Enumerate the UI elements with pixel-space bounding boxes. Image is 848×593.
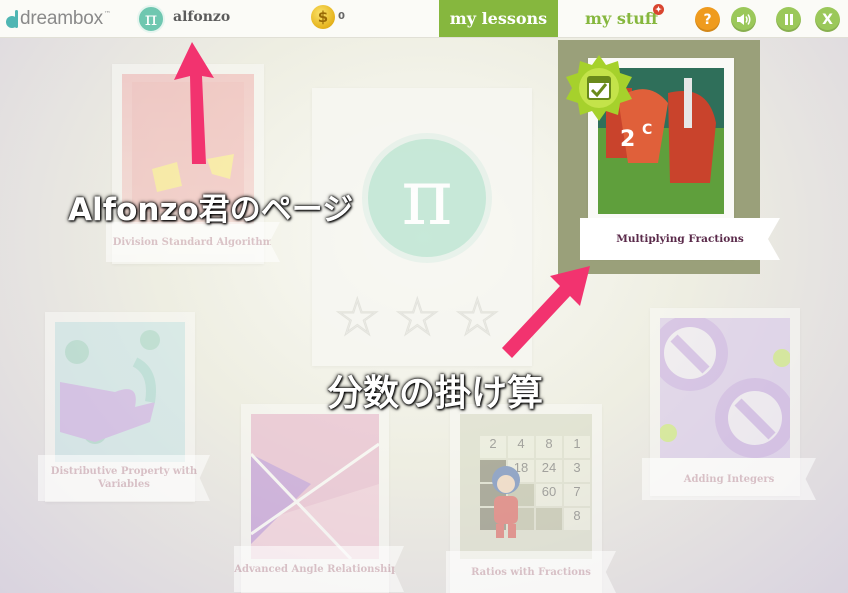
pi-unit-icon: π <box>362 133 492 263</box>
top-bar: dreambox ™ π alfonzo $ 0 my lessons my s… <box>0 0 848 38</box>
logo-d-icon <box>6 10 18 28</box>
avatar[interactable]: π <box>137 5 165 33</box>
lesson-title: Distributive Property with Variables <box>38 455 210 501</box>
grid-cell: 4 <box>508 436 534 458</box>
lesson-thumbnail <box>55 322 185 462</box>
close-button[interactable]: X <box>815 7 840 32</box>
grid-cell: 8 <box>564 508 590 530</box>
grid-cell: 3 <box>564 460 590 482</box>
character-illustration <box>492 466 520 538</box>
lesson-thumbnail: 2 4 8 1 18 24 3 60 7 8 <box>460 414 592 559</box>
pause-icon <box>784 14 793 25</box>
grid-cell: 1 <box>564 436 590 458</box>
lesson-thumbnail <box>660 318 790 458</box>
notification-badge-icon: ✦ <box>653 4 664 15</box>
tab-my-stuff[interactable]: my stuff ✦ <box>569 0 674 37</box>
username: alfonzo <box>173 9 231 25</box>
completed-badge <box>564 53 634 123</box>
star-icon: ☆ <box>454 288 502 349</box>
lesson-title: Adding Integers <box>642 458 816 500</box>
tab-my-stuff-label: my stuff <box>585 9 658 28</box>
lesson-title: Ratios with Fractions <box>446 551 616 593</box>
svg-text:2: 2 <box>620 127 635 152</box>
grid-cell: 8 <box>536 436 562 458</box>
calendar-check-icon <box>566 55 632 121</box>
annotation-lesson-label: 分数の掛け算 <box>327 373 544 414</box>
dreambox-logo[interactable]: dreambox ™ <box>6 7 111 31</box>
star-icon: ☆ <box>394 288 442 349</box>
tab-my-lessons[interactable]: my lessons <box>439 0 558 37</box>
grid-cell: 60 <box>536 484 562 506</box>
svg-text:C: C <box>642 122 652 138</box>
lesson-thumbnail <box>251 414 379 559</box>
sound-button[interactable] <box>731 7 756 32</box>
pause-button[interactable] <box>776 7 801 32</box>
speaker-icon <box>737 14 751 25</box>
trademark: ™ <box>103 10 111 18</box>
grid-cell: 2 <box>480 436 506 458</box>
lesson-title: Advanced Angle Relationships <box>234 546 404 592</box>
annotation-page-label: Alfonzo君のページ <box>68 192 354 228</box>
brand-name: dreambox <box>20 8 103 29</box>
help-button[interactable]: ? <box>695 7 720 32</box>
coin-count: 0 <box>338 11 345 22</box>
lesson-title: Multiplying Fractions <box>580 218 780 260</box>
coin-icon: $ <box>311 5 335 29</box>
grid-cell: 7 <box>564 484 590 506</box>
grid-cell: 24 <box>536 460 562 482</box>
star-icon: ☆ <box>334 288 382 349</box>
